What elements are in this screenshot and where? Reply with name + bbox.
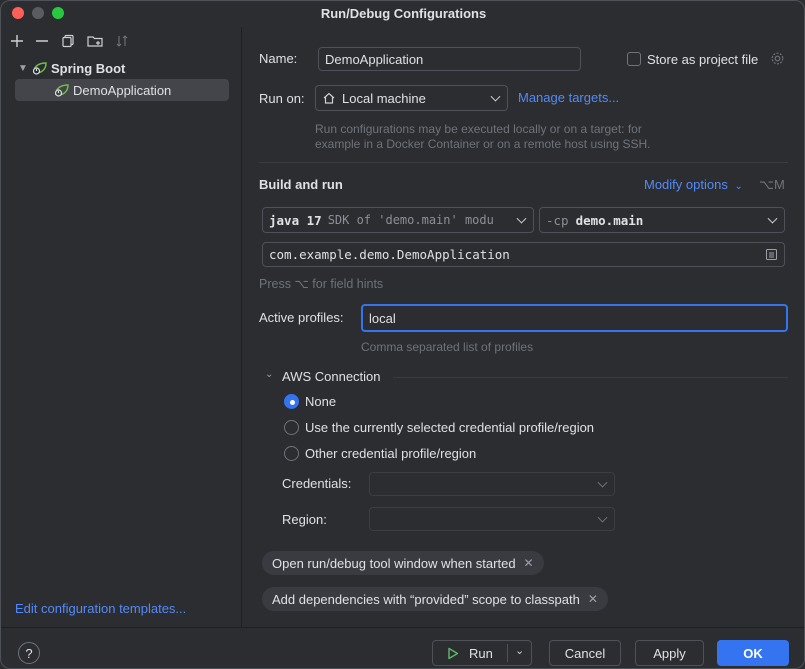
play-icon bbox=[448, 647, 459, 659]
store-project-checkbox[interactable] bbox=[627, 52, 641, 66]
run-on-select[interactable]: Local machine bbox=[315, 85, 508, 111]
run-debug-dialog: Run/Debug Configurations ▼ Spring Boot D… bbox=[0, 0, 805, 669]
active-profiles-label: Active profiles: bbox=[259, 310, 344, 325]
configurations-sidebar: ▼ Spring Boot DemoApplication Edit confi… bbox=[1, 27, 242, 627]
aws-none-label[interactable]: None bbox=[305, 394, 336, 409]
run-on-hint-line1: Run configurations may be executed local… bbox=[315, 122, 642, 136]
sort-icon[interactable] bbox=[114, 33, 130, 49]
run-on-value: Local machine bbox=[342, 90, 426, 106]
chip-label: Add dependencies with “provided” scope t… bbox=[272, 591, 580, 607]
aws-other-profile-radio[interactable] bbox=[284, 446, 299, 461]
divider bbox=[259, 162, 788, 163]
aws-current-profile-radio[interactable] bbox=[284, 420, 299, 435]
build-run-title: Build and run bbox=[259, 177, 343, 192]
chevron-down-icon bbox=[516, 213, 527, 224]
option-chip-provided-scope: Add dependencies with “provided” scope t… bbox=[262, 587, 608, 611]
modify-options-label: Modify options bbox=[644, 177, 728, 192]
chevron-down-icon: ⌄ bbox=[734, 181, 743, 192]
minus-icon[interactable] bbox=[34, 33, 50, 49]
aws-current-profile-label[interactable]: Use the currently selected credential pr… bbox=[305, 420, 594, 435]
edit-templates-link[interactable]: Edit configuration templates... bbox=[15, 601, 186, 616]
chevron-down-icon[interactable]: ▼ bbox=[15, 63, 31, 74]
option-chip-open-tool-window: Open run/debug tool window when started … bbox=[262, 551, 544, 575]
run-button[interactable]: Run ⌄ bbox=[432, 640, 532, 666]
home-icon bbox=[323, 92, 335, 104]
chevron-down-icon[interactable]: ⌄ bbox=[515, 644, 524, 657]
plus-icon[interactable] bbox=[9, 33, 25, 49]
store-project-label[interactable]: Store as project file bbox=[647, 52, 758, 67]
divider bbox=[507, 644, 508, 662]
ok-button[interactable]: OK bbox=[717, 640, 789, 666]
cancel-button[interactable]: Cancel bbox=[549, 640, 621, 666]
tree-item-demoapplication[interactable]: DemoApplication bbox=[15, 79, 229, 101]
tree-item-label: DemoApplication bbox=[73, 82, 172, 98]
aws-none-radio[interactable] bbox=[284, 394, 299, 409]
chip-label: Open run/debug tool window when started bbox=[272, 555, 516, 571]
name-label: Name: bbox=[259, 51, 298, 66]
name-field[interactable]: DemoApplication bbox=[318, 47, 581, 71]
apply-button[interactable]: Apply bbox=[635, 640, 704, 666]
run-button-label: Run bbox=[469, 645, 493, 661]
folder-icon[interactable] bbox=[87, 33, 103, 49]
field-hints-text: Press ⌥ for field hints bbox=[259, 277, 384, 291]
active-profiles-field[interactable]: local bbox=[361, 304, 788, 332]
classpath-select[interactable]: -cp demo.main bbox=[539, 207, 785, 233]
chevron-down-icon bbox=[490, 91, 501, 102]
run-on-hint-line2: example in a Docker Container or on a re… bbox=[315, 137, 651, 151]
window-title: Run/Debug Configurations bbox=[320, 6, 487, 21]
tree-group-label: Spring Boot bbox=[51, 60, 126, 76]
chevron-down-icon bbox=[597, 512, 608, 523]
chevron-down-icon bbox=[767, 213, 778, 224]
aws-other-profile-label[interactable]: Other credential profile/region bbox=[305, 446, 476, 461]
manage-targets-link[interactable]: Manage targets... bbox=[518, 90, 619, 105]
main-class-field[interactable]: com.example.demo.DemoApplication bbox=[262, 242, 785, 267]
aws-connection-title[interactable]: AWS Connection bbox=[282, 369, 381, 384]
modify-options-shortcut: ⌥M bbox=[759, 177, 785, 192]
active-profiles-hint: Comma separated list of profiles bbox=[361, 340, 534, 354]
close-icon[interactable]: ✕ bbox=[588, 592, 598, 606]
jre-select[interactable]: java 17 SDK of 'demo.main' modu bbox=[262, 207, 534, 233]
sdk-version: java 17 bbox=[269, 212, 322, 228]
credentials-select[interactable] bbox=[369, 472, 615, 496]
chevron-down-icon bbox=[597, 477, 608, 488]
configuration-form: Name: DemoApplication Store as project f… bbox=[243, 27, 804, 627]
run-on-label: Run on: bbox=[259, 91, 305, 106]
credentials-label: Credentials: bbox=[282, 476, 352, 491]
copy-icon[interactable] bbox=[60, 33, 76, 49]
close-icon[interactable]: ✕ bbox=[524, 556, 534, 570]
cp-module: demo.main bbox=[575, 212, 644, 228]
modify-options-link[interactable]: Modify options ⌄ bbox=[644, 177, 743, 192]
help-button[interactable]: ? bbox=[18, 642, 40, 664]
dialog-footer: ? Run ⌄ Cancel Apply OK bbox=[1, 627, 804, 668]
cp-prefix: -cp bbox=[546, 212, 569, 228]
spring-boot-icon bbox=[54, 84, 69, 97]
region-select[interactable] bbox=[369, 507, 615, 531]
region-label: Region: bbox=[282, 512, 327, 527]
gear-icon[interactable] bbox=[770, 51, 785, 66]
title-bar: Run/Debug Configurations bbox=[1, 1, 804, 27]
chevron-down-icon[interactable]: ⌄ bbox=[265, 369, 273, 380]
spring-boot-icon bbox=[32, 62, 47, 75]
browse-icon[interactable] bbox=[765, 248, 778, 261]
main-class-value: com.example.demo.DemoApplication bbox=[269, 247, 510, 262]
sdk-detail: SDK of 'demo.main' modu bbox=[327, 213, 494, 227]
divider bbox=[393, 377, 788, 378]
tree-group-spring-boot[interactable]: ▼ Spring Boot bbox=[15, 57, 229, 79]
